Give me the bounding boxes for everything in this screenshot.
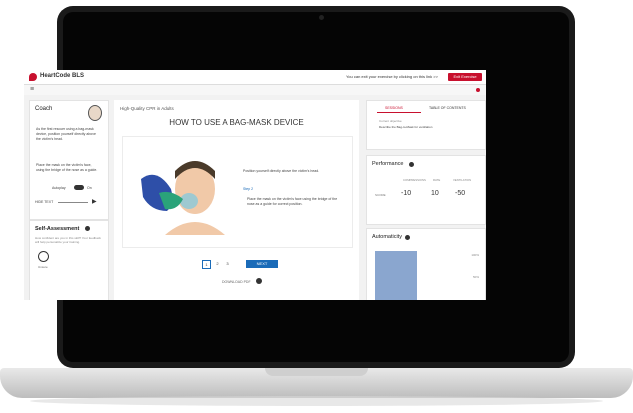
perf-row-label: SCORE: [375, 193, 386, 197]
exit-exercise-button[interactable]: Exit Exercise: [448, 73, 482, 81]
perf-col-header: COMPRESSIONS: [403, 178, 426, 182]
automaticity-title: Automaticity: [372, 234, 402, 240]
performance-card: Performance COMPRESSIONS RATE VENTILATIO…: [366, 155, 486, 225]
page-1-button[interactable]: 1: [202, 260, 211, 269]
right-column: SESSIONS TABLE OF CONTENTS Current objec…: [366, 100, 486, 300]
download-icon[interactable]: [256, 278, 262, 284]
left-column: Coach As the first rescuer using a bag-m…: [29, 100, 109, 300]
perf-col-header: VENTILATION: [453, 178, 472, 182]
objective-label: Current objective: [379, 119, 402, 123]
coach-card: Coach As the first rescuer using a bag-m…: [29, 100, 109, 220]
perf-value: -10: [401, 190, 412, 197]
sub-bar: ≡: [24, 85, 486, 95]
webcam-icon: [319, 15, 324, 20]
self-assessment-option[interactable]: Unsure: [38, 265, 48, 269]
perf-value: 10: [431, 190, 439, 197]
performance-title: Performance: [372, 161, 404, 167]
exit-hint: You can exit your exercise by clicking o…: [346, 74, 438, 79]
tabs-card: SESSIONS TABLE OF CONTENTS Current objec…: [366, 100, 486, 150]
self-assessment-card: Self-Assessment How confident are you in…: [29, 220, 109, 300]
app-screen: HeartCode BLS You can exit your exercise…: [24, 70, 486, 300]
objective-text[interactable]: Describe the Bag-to-Mask for ventilation: [379, 125, 469, 129]
autoplay-toggle[interactable]: [74, 185, 84, 190]
laptop-base: [0, 368, 633, 398]
tab-table-of-contents[interactable]: TABLE OF CONTENTS: [429, 106, 466, 110]
axis-label: 100%: [471, 253, 479, 257]
coach-title: Coach: [35, 106, 53, 112]
perf-value: -50: [455, 190, 466, 197]
help-icon[interactable]: [405, 235, 410, 240]
help-icon[interactable]: [85, 226, 90, 231]
play-icon[interactable]: ▶: [92, 198, 97, 205]
laptop-notch: [265, 368, 368, 376]
lesson-content-card: Position yourself directly above the vic…: [122, 136, 353, 248]
instruction-text-2: Place the mask on the victim's face usin…: [247, 197, 338, 206]
hide-text-link[interactable]: HIDE TEXT: [35, 200, 53, 204]
page-3-button[interactable]: 3: [224, 260, 231, 267]
self-assessment-title: Self-Assessment: [35, 226, 80, 232]
active-tab-indicator: [377, 112, 421, 113]
coach-text-2: Place the mask on the victim's face, usi…: [36, 163, 98, 172]
notification-icon[interactable]: [476, 88, 480, 92]
coach-text-1: As the first rescuer using a bag-mask de…: [36, 127, 96, 141]
lesson-panel: High-Quality CPR in Adults HOW TO USE A …: [114, 100, 359, 300]
brand-name: HeartCode BLS: [40, 73, 85, 79]
volume-slider[interactable]: [58, 202, 88, 203]
page-2-button[interactable]: 2: [214, 260, 221, 267]
coach-avatar: [88, 105, 102, 121]
autoplay-label: Autoplay: [52, 186, 66, 190]
perf-col-header: RATE: [433, 178, 441, 182]
lesson-title: HOW TO USE A BAG-MASK DEVICE: [169, 118, 304, 127]
tab-sessions[interactable]: SESSIONS: [385, 106, 403, 110]
download-link[interactable]: DOWNLOAD PDF: [222, 280, 251, 284]
self-assessment-text: How confident are you in this skill? You…: [35, 236, 101, 244]
person-icon[interactable]: [38, 251, 49, 262]
laptop-shadow: [30, 396, 603, 406]
next-button[interactable]: NEXT: [246, 260, 278, 268]
autoplay-state: On: [87, 186, 92, 190]
help-icon[interactable]: [409, 162, 414, 167]
instruction-text: Position yourself directly above the vic…: [243, 169, 320, 173]
step-link[interactable]: Step 2: [243, 187, 253, 191]
automaticity-bar: [375, 251, 417, 300]
automaticity-card: Automaticity 100% 50%: [366, 228, 486, 300]
axis-label: 50%: [472, 275, 479, 279]
module-title: High-Quality CPR in Adults: [120, 106, 174, 111]
bag-mask-illustration-icon: [141, 161, 225, 235]
top-bar: HeartCode BLS You can exit your exercise…: [24, 70, 486, 85]
heart-logo-icon: [29, 73, 37, 81]
menu-icon[interactable]: ≡: [30, 86, 34, 93]
